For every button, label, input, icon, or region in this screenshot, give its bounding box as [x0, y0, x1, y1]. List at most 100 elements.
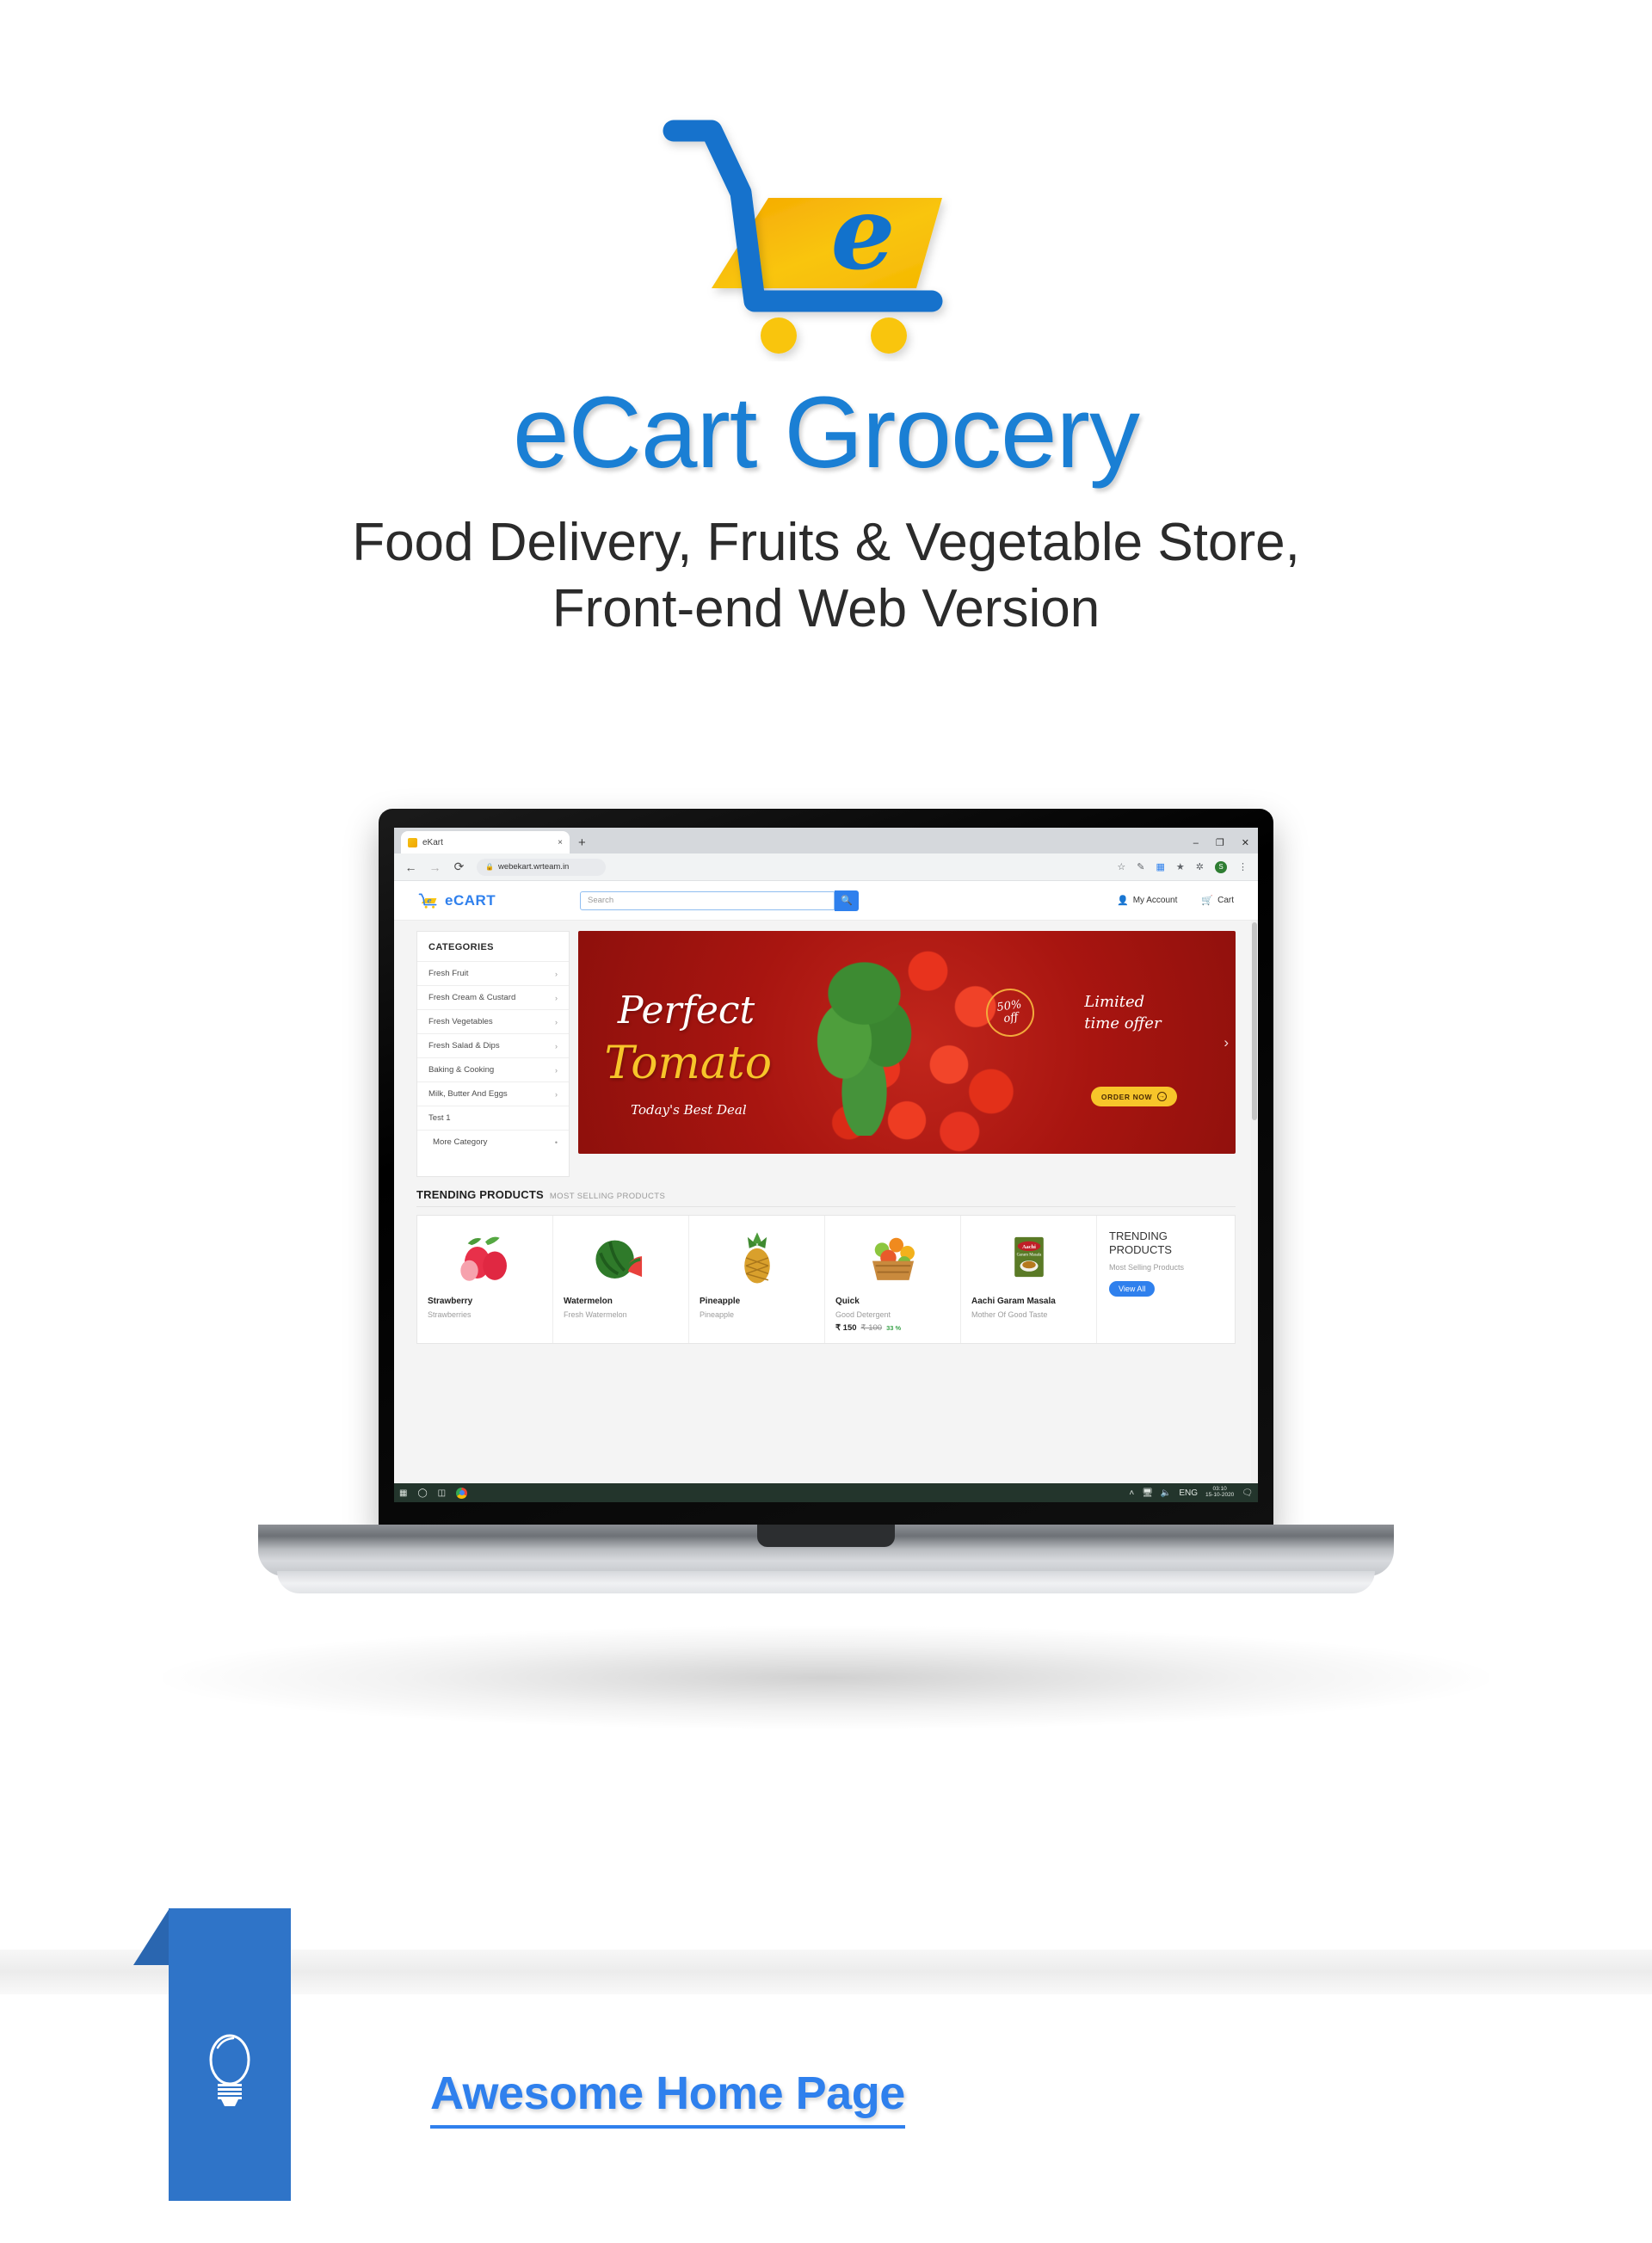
svg-text:e: e [427, 896, 431, 904]
sidebar-item-fresh-fruit[interactable]: Fresh Fruit › [417, 961, 569, 985]
footer-section: Awesome Home Page [0, 1884, 1652, 2243]
search-icon[interactable]: 🔍 [835, 890, 859, 911]
forward-icon[interactable]: → [428, 860, 441, 874]
puzzle-icon[interactable]: ✲ [1196, 861, 1204, 872]
sidebar-item-label: Fresh Fruit [428, 969, 469, 978]
search-input[interactable]: Search [580, 890, 835, 910]
cart-icon: 🛒 [1201, 896, 1214, 906]
product-description: Good Detergent [835, 1310, 891, 1319]
chevron-right-icon: › [555, 993, 558, 1002]
laptop-shadow [163, 1626, 1489, 1729]
limited-offer-line2: time offer [1084, 1014, 1162, 1033]
laptop-foot [277, 1571, 1375, 1593]
order-now-label: ORDER NOW [1100, 1092, 1153, 1101]
my-account-button[interactable]: 👤 My Account [1117, 895, 1177, 906]
avatar[interactable]: S [1215, 860, 1227, 873]
product-description: Mother Of Good Taste [971, 1310, 1048, 1319]
svg-text:Aachi: Aachi [1022, 1244, 1036, 1250]
product-name: Pineapple [700, 1297, 741, 1306]
bookmark-icon[interactable]: ▦ [1156, 861, 1165, 872]
product-list: Strawberry Strawberries Watermelon Fresh… [416, 1215, 1236, 1344]
site-logo[interactable]: e eCART [418, 892, 556, 909]
sidebar-item-label: Fresh Salad & Dips [428, 1041, 500, 1051]
sidebar-item-test-1[interactable]: Test 1 [417, 1106, 569, 1130]
promo-banner[interactable]: Perfect Tomato Today's Best Deal 50% off… [578, 931, 1236, 1154]
chevron-right-icon: › [555, 969, 558, 978]
star-icon[interactable]: ☆ [1117, 861, 1125, 872]
sidebar-item-fresh-vegetables[interactable]: Fresh Vegetables › [417, 1009, 569, 1033]
view-all-button[interactable]: View All [1109, 1280, 1156, 1297]
discount-unit: off [1002, 1011, 1020, 1026]
browser-tabstrip: eKart × + – ❐ ✕ [394, 828, 1258, 853]
chevron-right-icon: › [555, 1041, 558, 1051]
address-bar[interactable]: 🔒 webekart.wrteam.in [477, 858, 606, 876]
basil-leaf-image [815, 952, 914, 1137]
search-circle-icon[interactable]: ◯ [417, 1488, 427, 1498]
maximize-icon[interactable]: ❐ [1216, 837, 1224, 848]
windows-icon[interactable]: ▦ [399, 1488, 407, 1498]
monitor-icon[interactable]: 🖥 [1142, 1488, 1153, 1498]
shopping-cart-logo: e [658, 103, 994, 361]
window-controls: – ❐ ✕ [1193, 837, 1249, 849]
sidebar-item-fresh-cream-custard[interactable]: Fresh Cream & Custard › [417, 985, 569, 1009]
list-item[interactable]: Quick Good Detergent ₹ 150 ₹ 100 33 % [825, 1216, 961, 1343]
list-item[interactable]: Aachi Garam Masala Aachi Garam Masala Mo… [961, 1216, 1097, 1343]
list-item[interactable]: Pineapple Pineapple [689, 1216, 825, 1343]
site-header: e eCART Search 🔍 � [394, 881, 1258, 921]
sidebar-item-label: Test 1 [428, 1113, 451, 1123]
tab-title: eKart [422, 837, 443, 847]
price-current: ₹ 150 [835, 1323, 857, 1333]
trending-products-header: TRENDING PRODUCTS MOST SELLING PRODUCTS [416, 1177, 1236, 1207]
laptop-base [258, 1525, 1394, 1576]
menu-icon[interactable]: ⋮ [1238, 861, 1248, 872]
chevron-up-icon[interactable]: ˄ [1129, 1488, 1134, 1498]
chrome-icon[interactable] [456, 1487, 468, 1499]
sidebar-item-more-category[interactable]: More Category • [417, 1130, 569, 1154]
price-original: ₹ 100 [860, 1323, 883, 1333]
task-view-icon[interactable]: ◫ [438, 1488, 446, 1498]
chevron-right-icon: › [555, 1017, 558, 1026]
tab-favicon [408, 837, 417, 847]
sidebar-item-label: Baking & Cooking [428, 1065, 495, 1075]
page-scrollbar[interactable] [1251, 921, 1258, 1483]
garam-masala-image: Aachi Garam Masala [971, 1224, 1086, 1290]
browser-window: eKart × + – ❐ ✕ ← → ⟳ 🔒 webekart.wrteam.… [394, 828, 1258, 1502]
page-title: eCart Grocery [513, 376, 1140, 490]
banner-kicker: Perfect [617, 989, 755, 1033]
cart-button[interactable]: 🛒 Cart [1201, 895, 1234, 906]
clock[interactable]: 03:10 15-10-2020 [1205, 1486, 1235, 1499]
sound-icon[interactable]: 🔈 [1161, 1488, 1171, 1498]
list-item[interactable]: Watermelon Fresh Watermelon [553, 1216, 689, 1343]
close-icon[interactable]: × [558, 838, 563, 847]
poster-page: e eCart Grocery Food Delivery, Fruits & … [0, 0, 1652, 2243]
window-close-icon[interactable]: ✕ [1242, 837, 1249, 848]
new-tab-icon[interactable]: + [578, 835, 586, 850]
more-dots-icon: • [554, 1137, 558, 1147]
windows-taskbar: ▦ ◯ ◫ ˄ 🖥 🔈 ENG 03:10 15-10-2020 🗨 [394, 1483, 1258, 1502]
scrollbar-thumb[interactable] [1252, 922, 1257, 1120]
lightbulb-icon [206, 2029, 254, 2115]
list-item[interactable]: Strawberry Strawberries [417, 1216, 553, 1343]
sidebar-item-fresh-salad-dips[interactable]: Fresh Salad & Dips › [417, 1033, 569, 1057]
sidebar-item-milk-butter-eggs[interactable]: Milk, Butter And Eggs › [417, 1081, 569, 1106]
sidebar-item-baking-cooking[interactable]: Baking & Cooking › [417, 1057, 569, 1081]
lock-icon: 🔒 [485, 863, 494, 871]
language-indicator[interactable]: ENG [1179, 1488, 1198, 1498]
my-account-label: My Account [1132, 896, 1178, 905]
reload-icon[interactable]: ⟳ [453, 860, 465, 874]
categories-title: CATEGORIES [428, 942, 494, 952]
eyedropper-icon[interactable]: ✎ [1137, 861, 1144, 872]
svg-text:e: e [830, 173, 895, 293]
product-description: Fresh Watermelon [564, 1310, 627, 1319]
order-now-button[interactable]: ORDER NOW → [1090, 1087, 1178, 1107]
carousel-next-icon[interactable]: › [1224, 1034, 1229, 1051]
product-name: Quick [835, 1297, 860, 1306]
clock-date: 15-10-2020 [1205, 1492, 1235, 1498]
minimize-icon[interactable]: – [1193, 838, 1199, 848]
browser-tab[interactable]: eKart × [401, 831, 570, 853]
price-discount: 33 % [886, 1324, 902, 1332]
back-icon[interactable]: ← [404, 860, 417, 874]
fruit-basket-image [835, 1224, 950, 1290]
shield-icon[interactable]: ★ [1176, 861, 1185, 872]
notification-icon[interactable]: 🗨 [1242, 1488, 1253, 1498]
